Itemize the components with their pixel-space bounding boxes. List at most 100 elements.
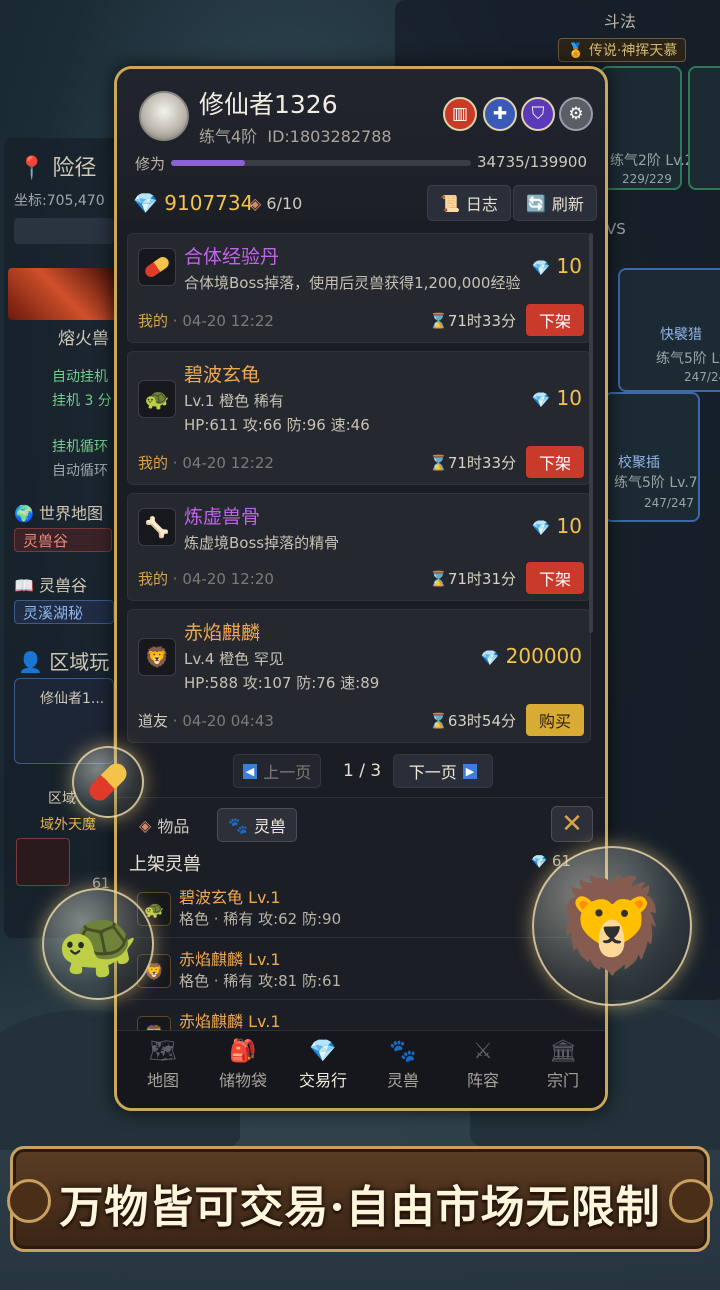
paw-icon: 🐾 (389, 1039, 417, 1064)
unlist-button[interactable]: 下架 (526, 446, 584, 478)
bag-icon: ◈ (139, 815, 152, 835)
unlist-button[interactable]: 下架 (526, 304, 584, 336)
bg-auto: 自动挂机 (52, 369, 108, 385)
nav-market[interactable]: 💎 交易行 (283, 1039, 363, 1091)
list-scrollbar[interactable] (589, 233, 593, 633)
gem-balance: 💎 9107734 (133, 191, 254, 215)
bg-valley: 📖 灵兽谷 (14, 576, 88, 595)
bg-world-tag: 灵兽谷 (14, 528, 112, 552)
map-icon: 🗺 (149, 1039, 177, 1064)
bg-duel-title: 斗法 (604, 12, 637, 31)
log-button[interactable]: 📜 日志 (427, 185, 511, 221)
banner-text: 万物皆可交易·自由市场无限制 (59, 1182, 661, 1233)
bg-hp3: 247/247 (644, 496, 694, 510)
hourglass-icon: ⌛ (429, 312, 448, 330)
listing-title: 炼虚兽骨 (184, 506, 261, 528)
unlist-button[interactable]: 下架 (526, 562, 584, 594)
bg-loop: 挂机循环 (52, 439, 108, 455)
buy-button[interactable]: 购买 (526, 704, 584, 736)
arrow-left-icon: ◀ (242, 763, 258, 779)
nav-bag[interactable]: 🎒 储物袋 (203, 1039, 283, 1091)
listing-timer: ⌛71时31分 (429, 570, 516, 588)
gear-icon[interactable]: ⚙ (559, 97, 593, 131)
nav-lineup[interactable]: ⚔ 阵容 (443, 1039, 523, 1091)
cultivation-bar-fill (171, 160, 246, 166)
turtle-bubble: 🐢 (42, 888, 154, 1000)
bg-input (14, 218, 114, 244)
bg-loop-sub: 自动循环 (52, 463, 108, 479)
bg-demon-card (16, 838, 70, 886)
listing-card[interactable]: 🦁 赤焰麒麟 Lv.4 橙色 罕见 HP:588 攻:107 防:76 速:89… (127, 609, 591, 743)
close-button[interactable]: ✕ (551, 806, 593, 842)
listing-price: 💎 200000 (480, 644, 582, 668)
listing-desc: 合体境Boss掉落，使用后灵兽获得1,200,000经验 (184, 274, 521, 292)
bg-valley-tag: 灵溪湖秘 (14, 600, 114, 624)
nav-map[interactable]: 🗺 地图 (123, 1039, 203, 1091)
promo-banner: 万物皆可交易·自由市场无限制 (7, 1146, 713, 1252)
listing-list: 合体经验丹 合体境Boss掉落，使用后灵兽获得1,200,000经验 💎 10 … (127, 233, 597, 748)
bg-hp1: 229/229 (622, 172, 672, 186)
hourglass-icon: ⌛ (429, 454, 448, 472)
page-indicator: 1 / 3 (343, 761, 382, 781)
listing-timer: ⌛71时33分 (429, 312, 516, 330)
listing-timer: ⌛71时33分 (429, 454, 516, 472)
bg-title: 📍 险径 (18, 156, 97, 181)
listing-seller: 我的 · 04-20 12:20 (138, 570, 274, 588)
nav-sect[interactable]: 🏛 宗门 (523, 1039, 603, 1091)
listing-seller: 道友 · 04-20 04:43 (138, 712, 274, 730)
tab-items[interactable]: ◈ 物品 (129, 808, 199, 842)
bg-auto-sub: 挂机 3 分 (52, 393, 112, 409)
cultivation-bar (171, 160, 471, 166)
bottom-nav: 🗺 地图 🎒 储物袋 💎 交易行 🐾 灵兽 ⚔ 阵容 🏛 宗门 (117, 1030, 605, 1108)
cultivation-label: 修为 (135, 155, 166, 173)
nav-pets[interactable]: 🐾 灵兽 (363, 1039, 443, 1091)
bg-stage2: 练气5阶 Lv (656, 351, 720, 367)
market-panel: 修仙者1326 练气4阶 ID:1803282788 ▥ ✚ ⛉ ⚙ 修为 34… (114, 66, 608, 1111)
list-item[interactable]: 🦁 赤焰麒麟 Lv.1 格色 · 稀有 攻:81 防:61 (129, 942, 585, 1000)
bg-pet-card-2 (688, 66, 720, 190)
pet-desc: 格色 · 稀有 攻:81 防:61 (179, 972, 342, 990)
listing-price: 💎 10 (531, 254, 583, 278)
listing-card[interactable]: 🦴 炼虚兽骨 炼虚境Boss掉落的精骨 💎 10 我的 · 04-20 12:2… (127, 493, 591, 601)
listing-desc: 炼虚境Boss掉落的精骨 (184, 534, 340, 552)
avatar[interactable] (139, 91, 189, 141)
player-rank: 练气4阶 ID:1803282788 (199, 127, 392, 146)
gift-icon[interactable]: ▥ (443, 97, 477, 131)
bg-world-map: 🌍 世界地图 (14, 504, 104, 523)
tab-pets[interactable]: 🐾 灵兽 (217, 808, 297, 842)
listing-price: 💎 10 (531, 386, 583, 410)
next-page-button[interactable]: 下一页 ▶ (393, 754, 493, 788)
hourglass-icon: ⌛ (429, 570, 448, 588)
listing-timer: ⌛63时54分 (429, 712, 516, 730)
temple-icon: 🏛 (549, 1039, 577, 1064)
listing-desc: Lv.4 橙色 罕见 (184, 650, 284, 668)
bag-icon: 🎒 (229, 1039, 257, 1064)
pagination: ◀ 上一页 1 / 3 下一页 ▶ (117, 751, 605, 795)
profile-header: 修仙者1326 练气4阶 ID:1803282788 ▥ ✚ ⛉ ⚙ 修为 34… (117, 69, 605, 221)
medkit-icon[interactable]: ✚ (483, 97, 517, 131)
pill-bubble (72, 746, 144, 818)
refresh-button[interactable]: 🔄 刷新 (513, 185, 597, 221)
bg-cultivator: 修仙者1... (40, 691, 105, 707)
cultivation-value: 34735/139900 (476, 153, 587, 171)
bg-beast-name: 熔火兽 (58, 329, 109, 349)
bg-coord: 坐标:705,470 (14, 193, 105, 209)
listing-title: 合体经验丹 (184, 246, 280, 268)
pet-title: 赤焰麒麟 Lv.1 (179, 1012, 281, 1031)
bg-region: 👤 区域玩 (18, 650, 110, 674)
pet-title: 赤焰麒麟 Lv.1 (179, 950, 281, 969)
bg-pet2: 校聚插 (618, 455, 660, 471)
bg-hp2: 247/24 (684, 370, 720, 384)
section-title: 上架灵兽 (129, 854, 201, 875)
listing-seller: 我的 · 04-20 12:22 (138, 312, 274, 330)
listing-card[interactable]: 🐢 碧波玄龟 Lv.1 橙色 稀有 HP:611 攻:66 防:96 速:46 … (127, 351, 591, 485)
shield-icon[interactable]: ⛉ (521, 97, 555, 131)
listing-stats: HP:611 攻:66 防:96 速:46 (184, 416, 370, 434)
list-item[interactable]: 🐢 碧波玄龟 Lv.1 格色 · 稀有 攻:62 防:90 (129, 880, 585, 938)
bg-stage3: 练气5阶 Lv.7 (614, 475, 698, 491)
refresh-icon: 🔄 (526, 193, 546, 213)
prev-page-button[interactable]: ◀ 上一页 (233, 754, 321, 788)
listing-card[interactable]: 合体经验丹 合体境Boss掉落，使用后灵兽获得1,200,000经验 💎 10 … (127, 233, 591, 343)
scroll-icon: 📜 (440, 193, 460, 213)
bg-region2: 区域 (48, 791, 76, 807)
